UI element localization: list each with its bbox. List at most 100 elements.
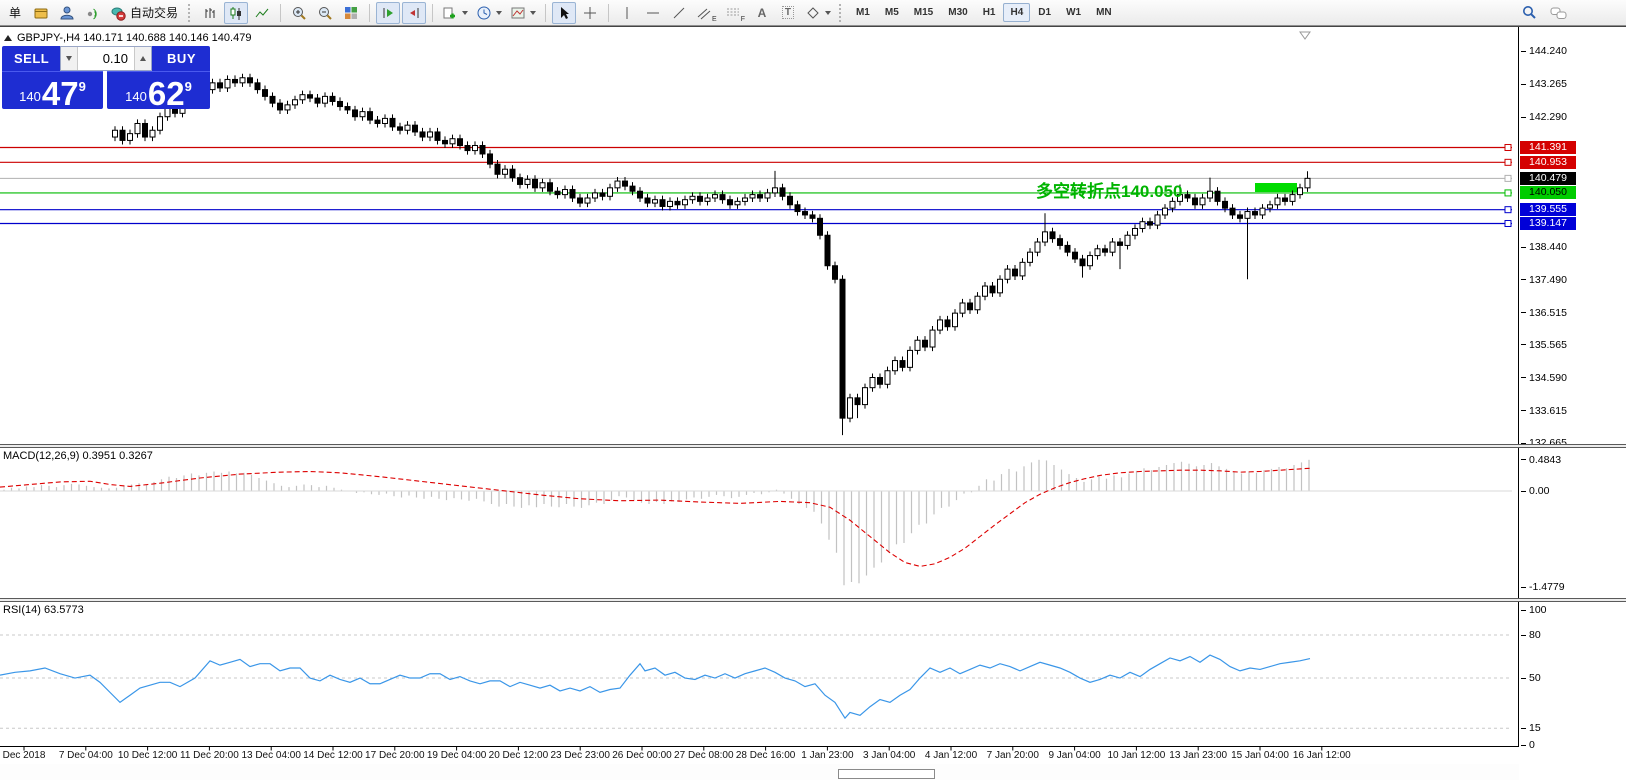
date-axis-label: 17 Dec 20:00 <box>361 750 429 761</box>
axis-label: 140.479 <box>1520 172 1576 185</box>
triangle-up-icon <box>140 56 146 61</box>
buy-price: 140 62 9 <box>107 72 210 109</box>
timeframe-m1[interactable]: M1 <box>849 3 877 22</box>
book-icon <box>33 5 49 21</box>
history-icon[interactable] <box>29 2 53 24</box>
date-axis-label: 13 Dec 04:00 <box>237 750 305 761</box>
timeframe-d1[interactable]: D1 <box>1031 3 1058 22</box>
trendline-button[interactable] <box>667 2 691 24</box>
price-axis[interactable]: 144.240143.265142.290138.440137.490136.5… <box>1519 27 1626 780</box>
date-axis-label: 3 Jan 04:00 <box>855 750 923 761</box>
autotrade-label: 自动交易 <box>128 4 180 21</box>
candlestick-chart-button[interactable] <box>224 2 248 24</box>
sell-label: SELL <box>14 51 49 66</box>
chart-shift-icon <box>406 5 422 21</box>
axis-label: 0 <box>1521 739 1535 751</box>
bar-chart-button[interactable] <box>198 2 222 24</box>
axis-label: 0.00 <box>1521 485 1549 497</box>
volume-value[interactable]: 0.10 <box>78 47 134 70</box>
toolbar-separator <box>432 4 433 22</box>
tile-windows-button[interactable] <box>339 2 363 24</box>
one-click-trade-panel: SELL 140 47 9 BUY 140 62 9 0.10 <box>2 46 210 109</box>
zoom-in-icon <box>291 5 307 21</box>
fibonacci-button[interactable]: F <box>722 2 748 24</box>
panel-divider[interactable] <box>0 598 1626 602</box>
axis-label: 141.391 <box>1520 141 1576 154</box>
date-axis-label: 19 Dec 04:00 <box>423 750 491 761</box>
triangle-down-icon <box>66 56 72 61</box>
template-button[interactable] <box>507 2 539 24</box>
date-axis-label: 16 Jan 12:00 <box>1288 750 1356 761</box>
vertical-line-icon <box>619 5 635 21</box>
autoscroll-icon <box>380 5 396 21</box>
crosshair-button[interactable] <box>578 2 602 24</box>
axis-label: 137.490 <box>1521 274 1567 286</box>
sell-price-big: 47 <box>42 79 79 109</box>
cursor-button[interactable] <box>552 2 576 24</box>
arrows-tool-button[interactable] <box>802 2 834 24</box>
volume-stepper[interactable]: 0.10 <box>60 46 152 71</box>
chart-title: GBPJPY-,H4 140.171 140.688 140.146 140.4… <box>17 32 251 44</box>
horizontal-scrollbar[interactable] <box>0 764 1626 780</box>
timeframe-m30[interactable]: M30 <box>941 3 974 22</box>
chart-annotation-text[interactable]: 多空转折点140.050 <box>1036 177 1182 202</box>
bar-chart-icon <box>202 5 218 21</box>
toolbar-separator <box>608 4 609 22</box>
volume-decrease-button[interactable] <box>61 47 78 70</box>
collapse-panel-icon[interactable] <box>4 35 12 41</box>
arrows-icon <box>805 5 821 21</box>
profile-button[interactable] <box>55 2 79 24</box>
timeframe-h4[interactable]: H4 <box>1003 3 1030 22</box>
axis-label: 144.240 <box>1521 45 1567 57</box>
search-button[interactable] <box>1517 2 1541 24</box>
periods-button[interactable] <box>473 2 505 24</box>
trendline-icon <box>671 5 687 21</box>
text-tool-glyph: A <box>758 6 767 20</box>
timeframe-m15[interactable]: M15 <box>907 3 940 22</box>
chart-title-bar: GBPJPY-,H4 140.171 140.688 140.146 140.4… <box>4 32 251 44</box>
macd-indicator-label: MACD(12,26,9) 0.3951 0.3267 <box>3 450 153 462</box>
date-axis-label: 28 Dec 16:00 <box>732 750 800 761</box>
date-axis-label: 10 Dec 12:00 <box>114 750 182 761</box>
date-axis-label: 11 Dec 20:00 <box>175 750 243 761</box>
new-order-button[interactable]: 单 <box>3 2 27 24</box>
scrollbar-thumb[interactable] <box>838 769 935 779</box>
line-chart-button[interactable] <box>250 2 274 24</box>
volume-increase-button[interactable] <box>134 47 151 70</box>
zoom-out-button[interactable] <box>313 2 337 24</box>
toolbar-right-group <box>1517 2 1571 24</box>
timeframe-m5[interactable]: M5 <box>878 3 906 22</box>
autotrade-button[interactable]: 自动交易 <box>107 2 183 24</box>
axis-label: 139.555 <box>1520 203 1576 216</box>
chat-icon <box>1550 5 1568 21</box>
buy-price-prefix: 140 <box>125 89 147 104</box>
axis-label: 142.290 <box>1521 111 1567 123</box>
indicators-button[interactable] <box>439 2 471 24</box>
autoscroll-button[interactable] <box>376 2 400 24</box>
chart-canvas[interactable] <box>0 27 1519 780</box>
chart-shift-button[interactable] <box>402 2 426 24</box>
channel-button[interactable]: E <box>693 2 720 24</box>
vertical-line-button[interactable] <box>615 2 639 24</box>
axis-label: 139.147 <box>1520 217 1576 230</box>
timeframe-mn[interactable]: MN <box>1089 3 1119 22</box>
horizontal-line-button[interactable] <box>641 2 665 24</box>
axis-label: 134.590 <box>1521 372 1567 384</box>
timeframe-h1[interactable]: H1 <box>976 3 1003 22</box>
chat-button[interactable] <box>1547 2 1571 24</box>
channel-icon <box>696 5 712 21</box>
date-axis-label: 10 Jan 12:00 <box>1102 750 1170 761</box>
text-label-button[interactable]: T <box>776 2 800 24</box>
zoom-in-button[interactable] <box>287 2 311 24</box>
date-axis-label: 9 Jan 04:00 <box>1041 750 1109 761</box>
buy-price-big: 62 <box>148 79 185 109</box>
axis-label: 80 <box>1521 629 1541 641</box>
panel-divider[interactable] <box>0 444 1626 448</box>
crosshair-icon <box>582 5 598 21</box>
date-axis-label: 26 Dec 00:00 <box>608 750 676 761</box>
fibonacci-glyph: F <box>741 16 745 23</box>
timeframe-w1[interactable]: W1 <box>1059 3 1088 22</box>
text-tool-button[interactable]: A <box>750 2 774 24</box>
signals-button[interactable] <box>81 2 105 24</box>
date-axis-label: 7 Jan 20:00 <box>979 750 1047 761</box>
